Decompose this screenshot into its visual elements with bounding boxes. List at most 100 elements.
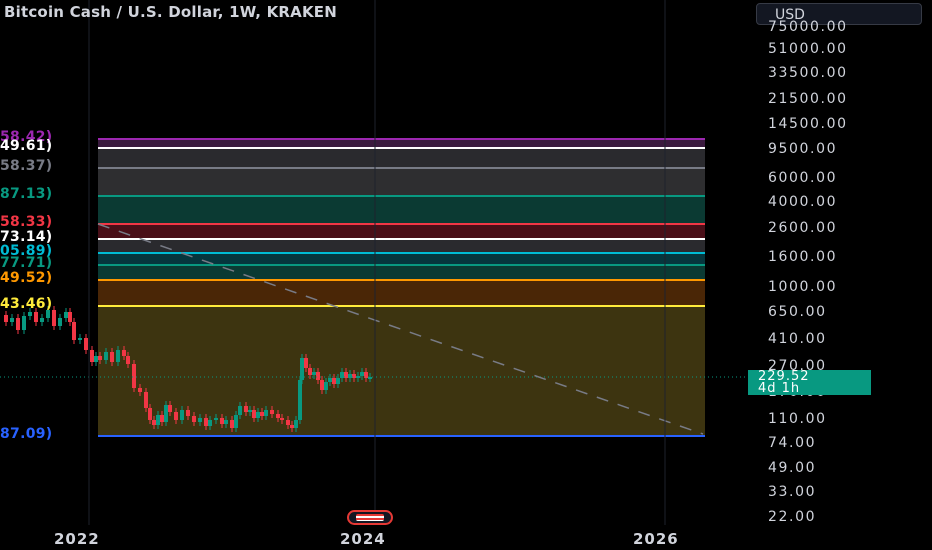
fib-level-label: 49.61) bbox=[0, 138, 53, 154]
fib-band bbox=[98, 306, 705, 436]
candle-body bbox=[312, 372, 316, 375]
candle-body bbox=[252, 410, 256, 418]
price-tick-label: 2600.00 bbox=[768, 220, 838, 236]
candle-body bbox=[256, 412, 260, 418]
chart-plot-area[interactable] bbox=[0, 0, 750, 525]
fib-retracement-drawing[interactable] bbox=[98, 138, 705, 437]
price-tick-label: 110.00 bbox=[768, 411, 827, 427]
candle-body bbox=[290, 425, 294, 428]
candle-body bbox=[152, 420, 156, 425]
candle-body bbox=[230, 420, 234, 428]
candle-body bbox=[238, 406, 242, 415]
candle-body bbox=[22, 316, 26, 330]
candle-body bbox=[148, 408, 152, 420]
candle-body bbox=[264, 410, 268, 416]
candle-body bbox=[260, 412, 264, 416]
candle-body bbox=[160, 415, 164, 422]
candle-body bbox=[248, 410, 252, 412]
candle-body bbox=[280, 418, 284, 420]
candle-body bbox=[58, 318, 62, 326]
candle-body bbox=[72, 322, 76, 340]
candle-body bbox=[214, 418, 218, 420]
time-label-2024: 2024 bbox=[340, 530, 386, 548]
candle-body bbox=[286, 420, 290, 425]
price-tick-label: 4000.00 bbox=[768, 194, 838, 210]
price-tick-label: 410.00 bbox=[768, 331, 827, 347]
price-tick-label: 9500.00 bbox=[768, 141, 838, 157]
candle-body bbox=[204, 418, 208, 426]
candle-body bbox=[186, 410, 190, 416]
current-price-badge: 229.52 4d 1h bbox=[748, 370, 871, 395]
candle-body bbox=[4, 315, 8, 322]
candle-body bbox=[308, 368, 312, 375]
fib-band bbox=[98, 265, 705, 280]
price-tick-label: 33.00 bbox=[768, 484, 817, 500]
candle-body bbox=[122, 350, 126, 356]
fib-band bbox=[98, 148, 705, 168]
bar-countdown: 4d 1h bbox=[758, 381, 801, 396]
fib-band bbox=[98, 239, 705, 253]
fib-level-label: 87.13) bbox=[0, 186, 53, 202]
price-tick-label: 49.00 bbox=[768, 460, 817, 476]
price-tick-label: 650.00 bbox=[768, 304, 827, 320]
candle-body bbox=[156, 415, 160, 425]
candle-body bbox=[220, 418, 224, 424]
candle-body bbox=[270, 410, 274, 414]
candle-body bbox=[52, 310, 56, 326]
candle-body bbox=[94, 356, 98, 362]
candle-body bbox=[16, 318, 20, 330]
candle-body bbox=[110, 352, 114, 362]
candle-body bbox=[138, 388, 142, 392]
us-flag-event-icon[interactable] bbox=[347, 510, 393, 525]
fib-level-label: 87.09) bbox=[0, 426, 53, 442]
time-label-2022: 2022 bbox=[54, 530, 100, 548]
candle-body bbox=[360, 372, 364, 376]
candle-body bbox=[208, 420, 212, 426]
candle-body bbox=[320, 380, 324, 390]
fib-band bbox=[98, 168, 705, 196]
price-tick-label: 14500.00 bbox=[768, 116, 848, 132]
price-tick-label: 1600.00 bbox=[768, 249, 838, 265]
chart-title: Bitcoin Cash / U.S. Dollar, 1W, KRAKEN bbox=[4, 3, 338, 21]
fib-level-label: 49.52) bbox=[0, 270, 53, 286]
candle-body bbox=[116, 350, 120, 362]
fib-level-label: 58.37) bbox=[0, 158, 53, 174]
fib-band bbox=[98, 253, 705, 265]
candle-body bbox=[132, 364, 136, 388]
candle-body bbox=[224, 420, 228, 424]
fib-level-label: 43.46) bbox=[0, 296, 53, 312]
fib-band bbox=[98, 196, 705, 224]
candle-body bbox=[336, 378, 340, 384]
candle-body bbox=[98, 356, 102, 360]
price-tick-label: 51000.00 bbox=[768, 41, 848, 57]
candle-body bbox=[198, 418, 202, 422]
candle-body bbox=[294, 420, 298, 428]
candle-body bbox=[244, 406, 248, 412]
price-tick-label: 75000.00 bbox=[768, 19, 848, 35]
candle-body bbox=[174, 412, 178, 420]
candle-body bbox=[324, 382, 328, 390]
price-tick-label: 74.00 bbox=[768, 435, 817, 451]
candle-body bbox=[298, 380, 302, 420]
candle-body bbox=[276, 414, 280, 418]
fib-level-label: 58.33) bbox=[0, 214, 53, 230]
candle-body bbox=[234, 415, 238, 428]
candle-body bbox=[168, 405, 172, 412]
fib-band bbox=[98, 224, 705, 239]
candle-body bbox=[64, 312, 68, 318]
candle-body bbox=[144, 392, 148, 408]
price-tick-label: 22.00 bbox=[768, 509, 817, 525]
candle-body bbox=[304, 358, 308, 368]
time-label-2026: 2026 bbox=[633, 530, 679, 548]
price-tick-label: 6000.00 bbox=[768, 170, 838, 186]
candle-body bbox=[104, 352, 108, 360]
candle-body bbox=[10, 318, 14, 322]
candle-body bbox=[28, 312, 32, 316]
candle-body bbox=[192, 416, 196, 422]
candle-body bbox=[34, 312, 38, 322]
candle-body bbox=[180, 410, 184, 420]
candle-body bbox=[78, 338, 82, 340]
fib-band bbox=[98, 280, 705, 306]
candle-body bbox=[126, 356, 130, 364]
candle-body bbox=[332, 378, 336, 384]
